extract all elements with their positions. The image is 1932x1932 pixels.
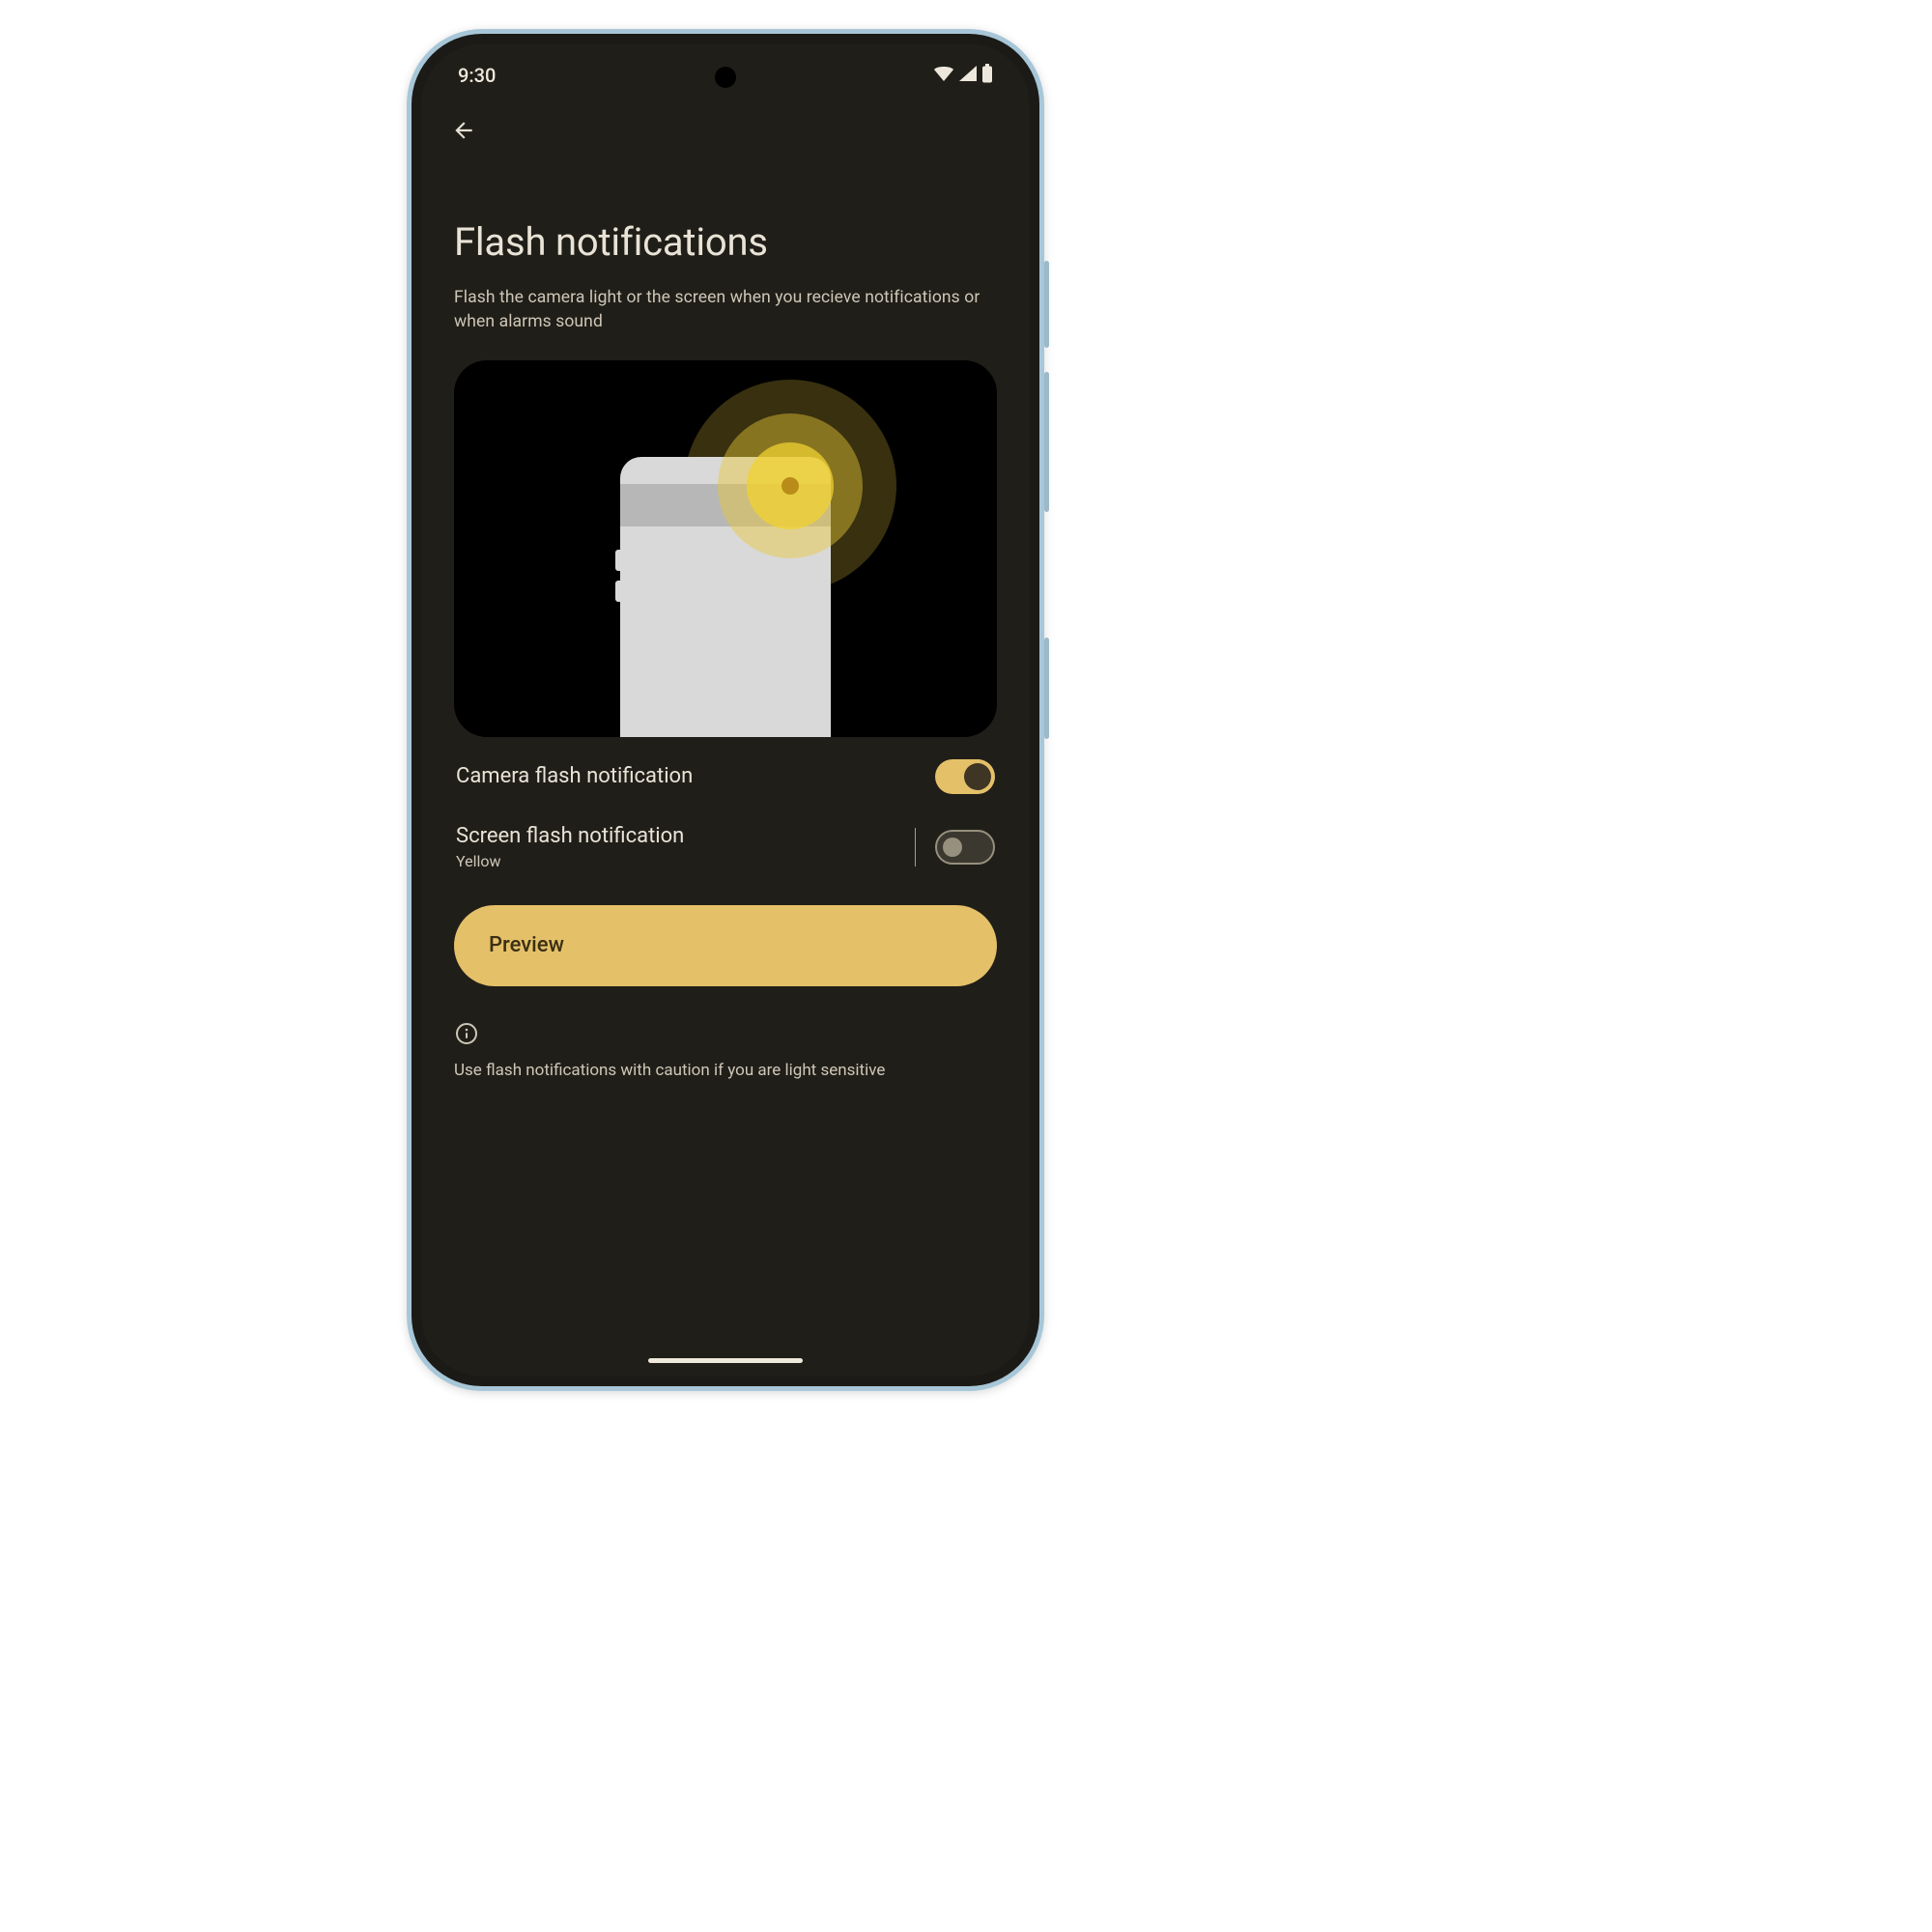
cell-signal-icon bbox=[958, 65, 978, 86]
phone-frame: 9:30 bbox=[407, 29, 1044, 1391]
screen-flash-value: Yellow bbox=[456, 852, 895, 870]
gesture-nav-bar[interactable] bbox=[648, 1358, 803, 1363]
illustration-side-button bbox=[615, 550, 620, 571]
back-button[interactable] bbox=[444, 111, 483, 150]
screen-flash-toggle[interactable] bbox=[935, 830, 995, 865]
arrow-back-icon bbox=[451, 118, 476, 143]
row-divider bbox=[915, 828, 916, 867]
screen-flash-label: Screen flash notification bbox=[456, 824, 895, 848]
illustration-side-button bbox=[615, 581, 620, 602]
punch-hole-camera bbox=[715, 67, 736, 88]
nav-row bbox=[421, 101, 1030, 159]
flash-center-icon bbox=[781, 477, 799, 495]
screen: 9:30 bbox=[421, 43, 1030, 1377]
info-icon bbox=[454, 1021, 479, 1046]
side-button bbox=[1044, 261, 1049, 348]
camera-flash-label: Camera flash notification bbox=[456, 764, 935, 788]
screen-flash-row[interactable]: Screen flash notification Yellow bbox=[454, 812, 997, 888]
page-subtitle: Flash the camera light or the screen whe… bbox=[454, 286, 997, 335]
page-title: Flash notifications bbox=[454, 219, 997, 265]
preview-button-label: Preview bbox=[489, 933, 564, 957]
status-icons bbox=[933, 64, 993, 87]
battery-icon bbox=[981, 64, 993, 87]
caution-block: Use flash notifications with caution if … bbox=[454, 1021, 997, 1083]
status-time: 9:30 bbox=[458, 64, 496, 87]
side-button bbox=[1044, 638, 1049, 739]
illustration-card bbox=[454, 360, 997, 737]
side-button bbox=[1044, 372, 1049, 512]
preview-button[interactable]: Preview bbox=[454, 905, 997, 986]
camera-flash-row[interactable]: Camera flash notification bbox=[454, 737, 997, 812]
caution-text: Use flash notifications with caution if … bbox=[454, 1060, 997, 1083]
camera-flash-toggle[interactable] bbox=[935, 759, 995, 794]
wifi-icon bbox=[933, 65, 954, 86]
